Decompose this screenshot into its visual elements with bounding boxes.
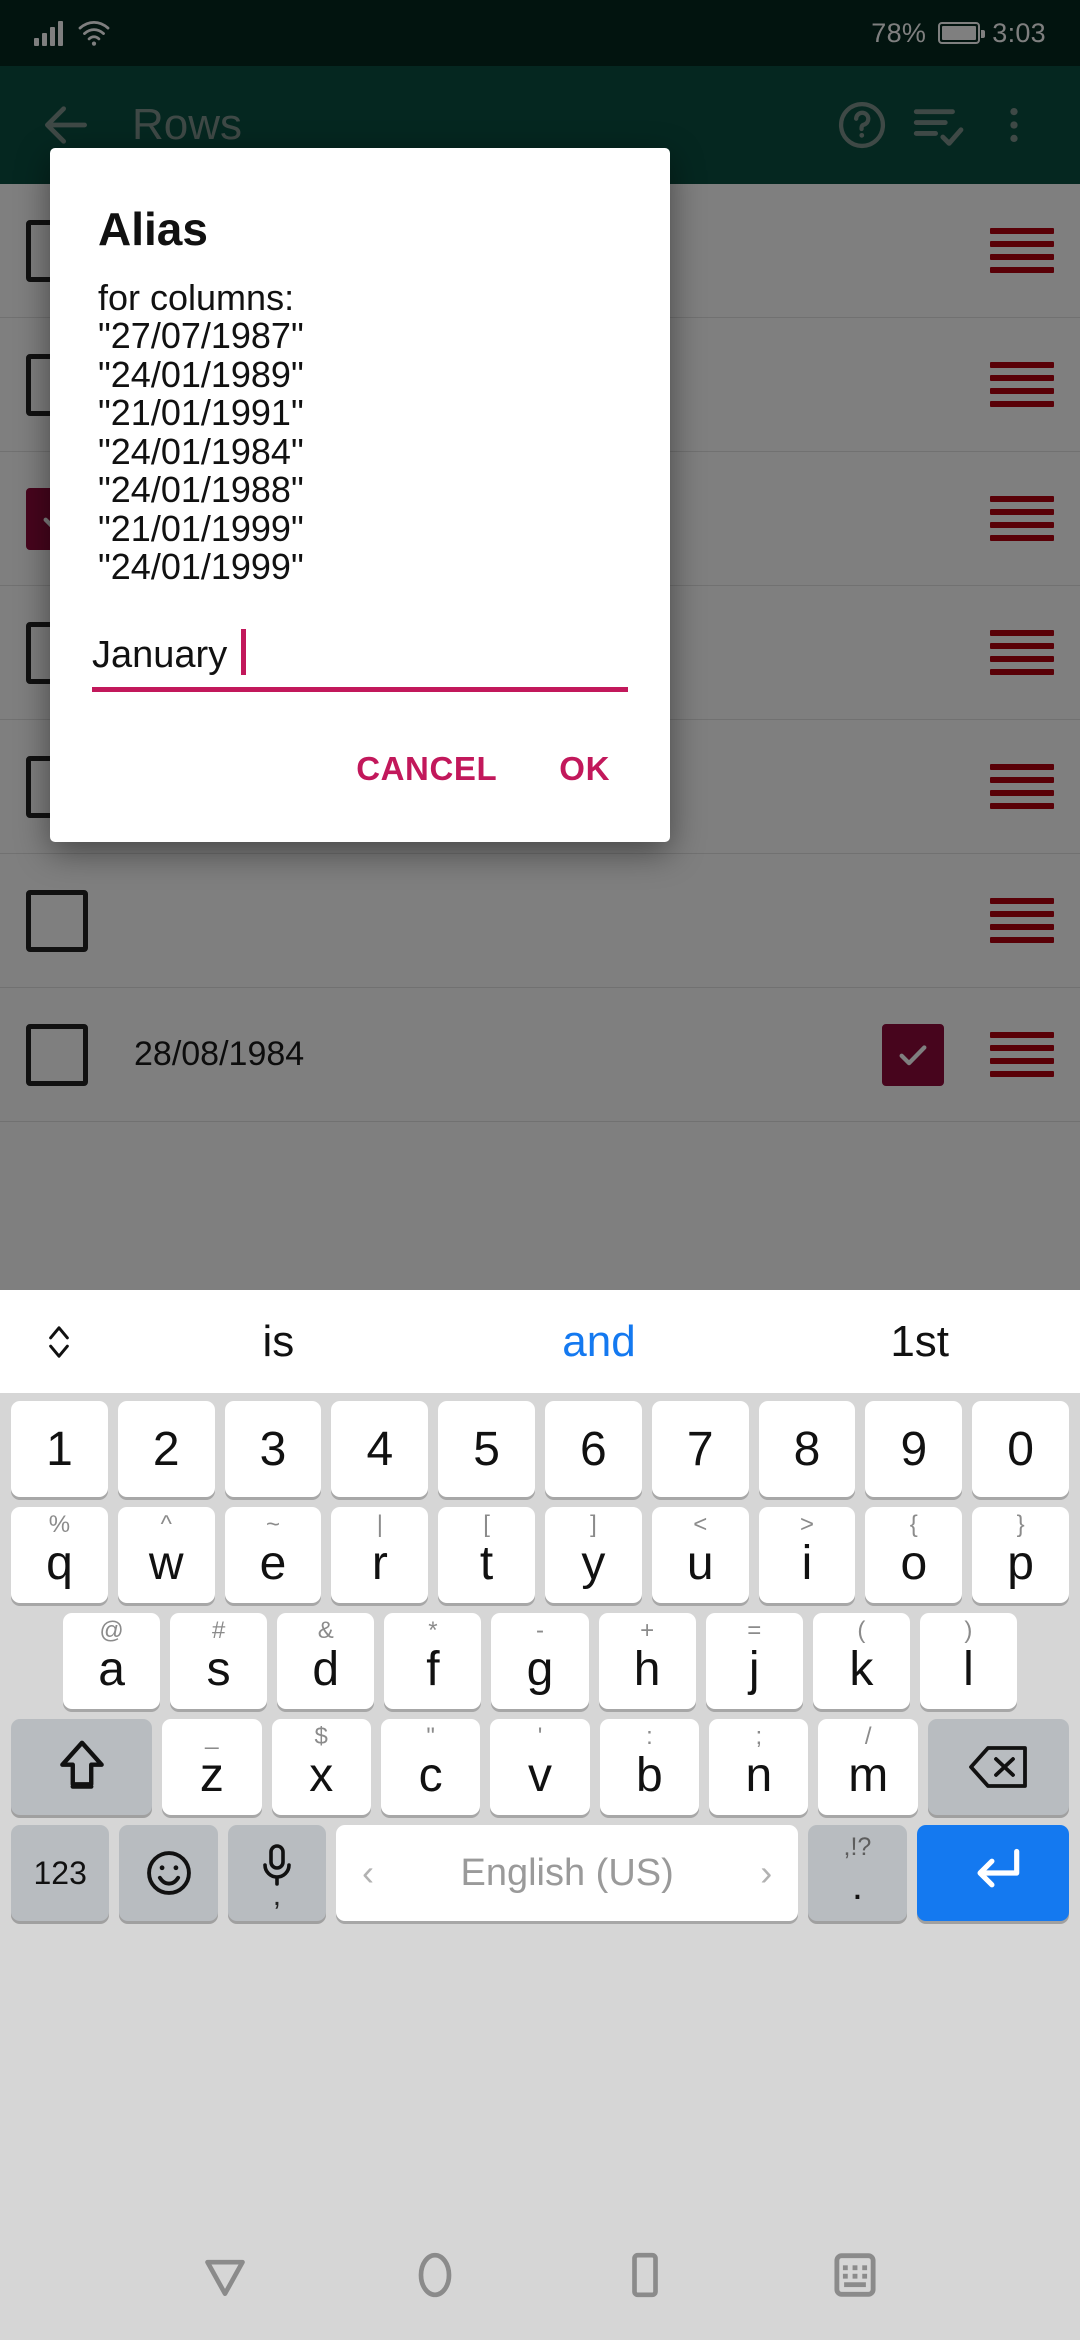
alias-dialog: Alias for columns: "27/07/1987" "24/01/1… bbox=[50, 148, 670, 842]
key-3[interactable]: 3 bbox=[224, 1401, 322, 1497]
column-name: "21/01/1999" bbox=[98, 507, 304, 549]
key-f[interactable]: * f bbox=[384, 1613, 482, 1709]
key-a[interactable]: @ a bbox=[63, 1613, 161, 1709]
key-q[interactable]: % q bbox=[11, 1507, 108, 1603]
key-o[interactable]: {o bbox=[865, 1507, 963, 1603]
nav-back-button[interactable] bbox=[180, 2230, 270, 2320]
column-name: "27/07/1987" bbox=[98, 315, 304, 357]
nav-back-triangle-icon bbox=[205, 2259, 245, 2296]
keyboard-row-qwerty: % q ^ w ~ e | r [t ] y < u > i {o } p bbox=[0, 1507, 1080, 1603]
key-j[interactable]: = j bbox=[705, 1613, 803, 1709]
phone-screen: 78% 3:03 Rows bbox=[0, 0, 1080, 2340]
key-l[interactable]: ) l bbox=[919, 1613, 1017, 1709]
nav-home-button[interactable] bbox=[390, 2230, 480, 2320]
suggestion-2[interactable]: 1st bbox=[759, 1317, 1080, 1367]
key-u[interactable]: < u bbox=[651, 1507, 749, 1603]
key-x[interactable]: $ x bbox=[271, 1719, 371, 1815]
emoji-smiley-icon bbox=[146, 1851, 191, 1895]
key-h[interactable]: + h bbox=[598, 1613, 696, 1709]
keyboard: is and 1st 1 2 3 4 5 6 7 8 9 0 % q ^ w ~ e … bbox=[0, 1290, 1080, 2210]
key-c[interactable]: " c bbox=[380, 1719, 481, 1815]
key-r[interactable]: | r bbox=[331, 1507, 429, 1603]
backspace-icon bbox=[969, 1746, 1028, 1788]
dialog-message: for columns: "27/07/1987" "24/01/1989" "… bbox=[50, 276, 670, 588]
key-g[interactable]: -g bbox=[491, 1613, 589, 1709]
shift-arrow-icon bbox=[59, 1740, 104, 1789]
expand-suggestions-button[interactable] bbox=[0, 1316, 118, 1368]
key-5[interactable]: 5 bbox=[438, 1401, 535, 1497]
numeric-mode-key[interactable]: 123 bbox=[11, 1825, 110, 1921]
keyboard-row-bottom: _ z $ x " c ' v :b ; n / m bbox=[0, 1719, 1080, 1815]
emoji-key[interactable] bbox=[119, 1825, 218, 1921]
keyboard-row-home: @ a # s & d * f -g + h = j (k ) l bbox=[0, 1613, 1080, 1709]
key-z[interactable]: _ z bbox=[162, 1719, 262, 1815]
nav-recents-button[interactable] bbox=[600, 2230, 690, 2320]
system-nav-bar bbox=[0, 2210, 1080, 2340]
key-9[interactable]: 9 bbox=[865, 1401, 963, 1497]
key-0[interactable]: 0 bbox=[972, 1401, 1069, 1497]
comma-alt-label: , bbox=[272, 1879, 282, 1912]
dialog-title: Alias bbox=[98, 203, 208, 255]
hide-keyboard-button[interactable] bbox=[810, 2230, 900, 2320]
key-2[interactable]: 2 bbox=[117, 1401, 215, 1497]
column-name: "24/01/1984" bbox=[98, 430, 304, 472]
key-e[interactable]: ~ e bbox=[224, 1507, 322, 1603]
key-s[interactable]: # s bbox=[170, 1613, 268, 1709]
suggestion-1[interactable]: and bbox=[439, 1317, 760, 1367]
alias-input[interactable]: January bbox=[92, 628, 628, 692]
punctuation-key[interactable]: ,!? . bbox=[808, 1825, 907, 1921]
column-name: "24/01/1999" bbox=[98, 546, 304, 588]
voice-input-key[interactable]: , bbox=[227, 1825, 327, 1921]
key-7[interactable]: 7 bbox=[651, 1401, 749, 1497]
space-language-label: English (US) bbox=[460, 1851, 674, 1894]
column-name: "24/01/1989" bbox=[98, 353, 304, 395]
keyboard-row-space: 123 , ‹ English (US) › ,!? . bbox=[0, 1825, 1080, 1921]
key-y[interactable]: ] y bbox=[545, 1507, 642, 1603]
chevron-right-icon[interactable]: › bbox=[760, 1852, 772, 1894]
chevron-updown-icon bbox=[49, 1325, 69, 1358]
suggestion-0[interactable]: is bbox=[118, 1317, 439, 1367]
keyboard-rows: 1 2 3 4 5 6 7 8 9 0 % q ^ w ~ e | r [t ] y < u… bbox=[0, 1393, 1080, 1921]
space-key[interactable]: ‹ English (US) › bbox=[336, 1825, 799, 1921]
column-name: "24/01/1988" bbox=[98, 469, 304, 511]
dialog-actions: CANCEL OK bbox=[50, 692, 670, 842]
key-8[interactable]: 8 bbox=[758, 1401, 856, 1497]
key-w[interactable]: ^ w bbox=[117, 1507, 215, 1603]
key-v[interactable]: ' v bbox=[490, 1719, 590, 1815]
ok-button[interactable]: OK bbox=[533, 736, 636, 802]
key-p[interactable]: } p bbox=[972, 1507, 1069, 1603]
key-n[interactable]: ; n bbox=[709, 1719, 809, 1815]
key-m[interactable]: / m bbox=[818, 1719, 918, 1815]
key-i[interactable]: > i bbox=[758, 1507, 856, 1603]
key-6[interactable]: 6 bbox=[545, 1401, 642, 1497]
keyboard-row-numbers: 1 2 3 4 5 6 7 8 9 0 bbox=[0, 1401, 1080, 1497]
alias-input-value: January bbox=[92, 633, 228, 676]
nav-home-circle-icon bbox=[418, 2252, 452, 2298]
enter-return-icon bbox=[977, 1848, 1020, 1888]
shift-key[interactable] bbox=[11, 1719, 153, 1815]
text-caret bbox=[241, 628, 247, 675]
dialog-message-intro: for columns: bbox=[98, 276, 295, 318]
column-name: "21/01/1991" bbox=[98, 392, 304, 434]
cancel-button[interactable]: CANCEL bbox=[330, 736, 523, 802]
key-t[interactable]: [t bbox=[438, 1507, 535, 1603]
nav-recents-square-icon bbox=[632, 2252, 658, 2298]
key-4[interactable]: 4 bbox=[331, 1401, 429, 1497]
enter-key[interactable] bbox=[916, 1825, 1069, 1921]
key-1[interactable]: 1 bbox=[11, 1401, 108, 1497]
key-k[interactable]: (k bbox=[812, 1613, 910, 1709]
key-b[interactable]: :b bbox=[599, 1719, 700, 1815]
chevron-left-icon[interactable]: ‹ bbox=[362, 1852, 374, 1894]
backspace-key[interactable] bbox=[927, 1719, 1070, 1815]
hide-keyboard-icon bbox=[834, 2253, 876, 2297]
key-d[interactable]: & d bbox=[277, 1613, 375, 1709]
suggestion-bar: is and 1st bbox=[0, 1290, 1080, 1393]
